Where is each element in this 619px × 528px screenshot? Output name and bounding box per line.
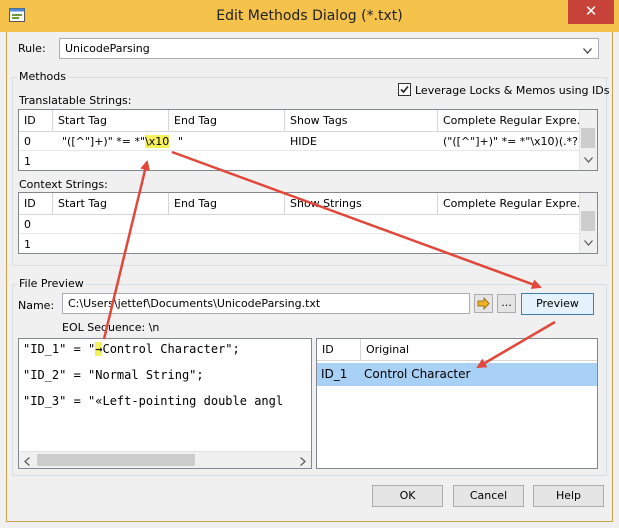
window-title: Edit Methods Dialog (*.txt): [216, 8, 403, 24]
rule-label: Rule:: [18, 42, 46, 55]
cell-id: 1: [24, 155, 31, 168]
chevron-down-icon[interactable]: [584, 153, 593, 166]
ok-button[interactable]: OK: [372, 485, 443, 507]
scroll-thumb[interactable]: [581, 128, 595, 148]
eol-label: EOL Sequence:: [62, 321, 146, 334]
scroll-thumb[interactable]: [37, 454, 195, 466]
column-header-id[interactable]: ID: [19, 110, 53, 132]
file-name-value: C:\Users\jettef\Documents\UnicodeParsing…: [68, 297, 321, 310]
preview-button[interactable]: Preview: [521, 293, 594, 315]
file-name-input[interactable]: C:\Users\jettef\Documents\UnicodeParsing…: [62, 293, 470, 314]
column-header-end-tag[interactable]: End Tag: [169, 110, 285, 132]
open-file-button[interactable]: [474, 294, 493, 313]
start-tag-highlight: \x10: [145, 135, 169, 148]
source-line: "ID_2" = "Normal String";: [23, 368, 204, 382]
context-strings-label: Context Strings:: [19, 178, 108, 191]
column-header-id[interactable]: ID: [19, 193, 53, 215]
chevron-left-icon[interactable]: [24, 456, 30, 468]
cell-regex: ("([^"]+)" *= *"\x10)(.*?)("): [443, 135, 582, 148]
column-header-show-tags[interactable]: Show Tags: [285, 110, 438, 132]
chevron-down-icon[interactable]: [584, 236, 593, 249]
rule-select[interactable]: UnicodeParsing: [59, 38, 599, 59]
grid-header: ID Start Tag End Tag Show Tags Complete …: [19, 110, 582, 132]
cell-start-tag: "([^"]+)" *= *"\x10: [57, 132, 169, 151]
leverage-label: Leverage Locks & Memos using IDs: [415, 84, 610, 97]
horizontal-scrollbar[interactable]: [19, 451, 311, 468]
vertical-scrollbar[interactable]: [579, 110, 597, 170]
table-row[interactable]: 0 "([^"]+)" *= *"\x10 " HIDE ("([^"]+)" …: [19, 132, 582, 151]
context-strings-grid[interactable]: ID Start Tag End Tag Show Strings Comple…: [18, 192, 598, 254]
column-header-show-strings[interactable]: Show Strings: [285, 193, 438, 215]
file-preview-label: File Preview: [17, 277, 86, 290]
result-id: ID_1: [321, 367, 348, 381]
translatable-strings-label: Translatable Strings:: [19, 94, 132, 107]
source-preview-pane[interactable]: "ID_1" = "→Control Character"; "ID_2" = …: [18, 338, 312, 469]
methods-group-label: Methods: [17, 70, 68, 83]
result-original: Control Character: [364, 367, 471, 381]
cell-end-tag: ": [178, 135, 184, 148]
eol-sequence: EOL Sequence: \n: [62, 321, 159, 334]
table-row[interactable]: 0: [19, 215, 582, 234]
grid-header: ID Start Tag End Tag Show Strings Comple…: [19, 193, 582, 215]
column-header-regex[interactable]: Complete Regular Expre...: [438, 110, 582, 132]
scroll-thumb[interactable]: [581, 211, 595, 231]
browse-button[interactable]: ...: [497, 294, 516, 313]
column-header-start-tag[interactable]: Start Tag: [53, 110, 169, 132]
column-header-end-tag[interactable]: End Tag: [169, 193, 285, 215]
eol-value: \n: [148, 321, 160, 334]
table-row[interactable]: 1: [19, 235, 582, 253]
preview-results-list[interactable]: ID Original ID_1 Control Character: [316, 338, 598, 469]
chevron-down-icon: [583, 44, 592, 57]
cell-id: 1: [24, 238, 31, 251]
translatable-strings-grid[interactable]: ID Start Tag End Tag Show Tags Complete …: [18, 109, 598, 171]
vertical-scrollbar[interactable]: [579, 193, 597, 253]
source-line: "ID_3" = "«Left-pointing double angl: [23, 394, 284, 408]
cancel-button[interactable]: Cancel: [453, 485, 524, 507]
list-item[interactable]: ID_1 Control Character: [317, 363, 597, 386]
close-button[interactable]: ✕: [568, 0, 614, 24]
checkmark-icon: [400, 85, 409, 94]
table-row[interactable]: 1: [19, 152, 582, 170]
rule-select-value: UnicodeParsing: [65, 42, 150, 55]
column-header-id[interactable]: ID: [317, 339, 361, 361]
cell-id: 0: [24, 218, 31, 231]
start-tag-text: "([^"]+)" *= *": [62, 135, 146, 148]
arrow-right-icon: [477, 296, 490, 311]
column-header-original[interactable]: Original: [361, 339, 597, 361]
column-header-regex[interactable]: Complete Regular Expre...: [438, 193, 582, 215]
list-header: ID Original: [317, 339, 597, 361]
cell-show-tags: HIDE: [290, 135, 317, 148]
chevron-right-icon[interactable]: [300, 456, 306, 468]
column-header-start-tag[interactable]: Start Tag: [53, 193, 169, 215]
cell-id: 0: [24, 135, 31, 148]
source-line: "ID_1" = "→Control Character";: [23, 342, 240, 356]
help-button[interactable]: Help: [533, 485, 604, 507]
name-label: Name:: [18, 299, 55, 312]
leverage-checkbox[interactable]: [398, 83, 411, 96]
